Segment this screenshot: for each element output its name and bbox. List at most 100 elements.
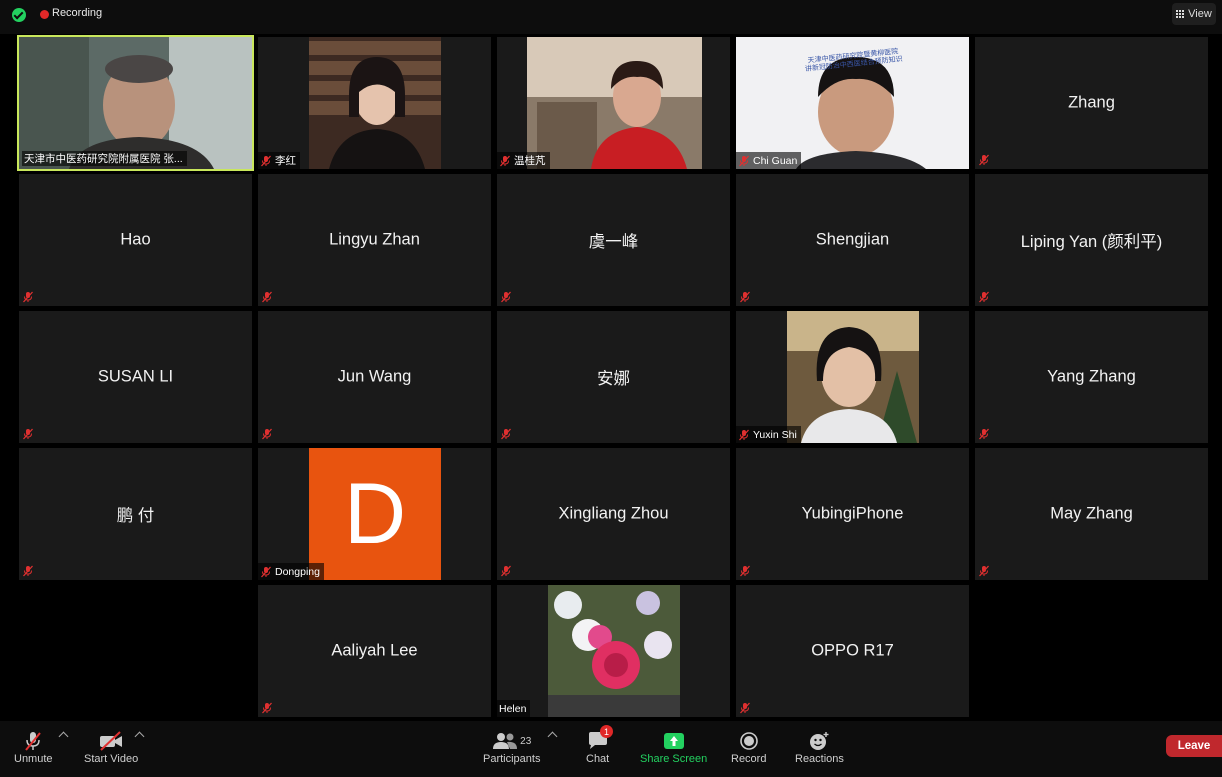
participant-name-bar: Chi Guan bbox=[736, 152, 802, 169]
muted-mic-icon bbox=[261, 291, 273, 303]
participant-name: Hao bbox=[120, 230, 151, 249]
muted-mic-icon bbox=[739, 702, 751, 714]
muted-mic-icon bbox=[978, 565, 990, 577]
audio-options-caret-icon[interactable] bbox=[58, 731, 69, 742]
participant-name: Lingyu Zhan bbox=[329, 230, 420, 249]
participant-video bbox=[527, 37, 702, 169]
muted-mic-icon bbox=[260, 155, 272, 167]
participant-video bbox=[19, 37, 252, 169]
video-tile-susan-li[interactable]: SUSAN LI bbox=[19, 311, 252, 443]
video-tile-yubing-iphone[interactable]: YubingiPhone bbox=[736, 448, 969, 580]
view-button[interactable]: View bbox=[1172, 3, 1216, 25]
participant-name-bar: Dongping bbox=[258, 563, 324, 580]
video-tile-anna[interactable]: 安娜 bbox=[497, 311, 730, 443]
avatar: D bbox=[309, 448, 441, 580]
participants-caret-icon[interactable] bbox=[547, 731, 558, 742]
video-tile-aaliyah-lee[interactable]: Aaliyah Lee bbox=[258, 585, 491, 717]
participant-name: 温桂芃 bbox=[514, 155, 546, 167]
participant-name-bar: Yuxin Shi bbox=[736, 426, 801, 443]
muted-mic-icon bbox=[261, 702, 273, 714]
participant-name: Yuxin Shi bbox=[753, 428, 797, 441]
video-tile-host[interactable]: 天津市中医药研究院附属医院 张... bbox=[17, 35, 254, 171]
muted-mic-icon bbox=[738, 155, 750, 167]
chat-unread-badge: 1 bbox=[600, 725, 613, 738]
muted-mic-icon bbox=[500, 565, 512, 577]
participant-name: Liping Yan (颜利平) bbox=[1020, 233, 1163, 251]
record-label: Record bbox=[731, 753, 767, 765]
participants-count: 23 bbox=[520, 735, 532, 747]
unmute-label: Unmute bbox=[14, 753, 53, 765]
share-screen-label: Share Screen bbox=[640, 753, 708, 765]
muted-mic-icon bbox=[738, 429, 750, 441]
participant-name: YubingiPhone bbox=[801, 504, 904, 523]
participant-name: Dongping bbox=[275, 565, 320, 578]
participant-name: 鹏 付 bbox=[116, 507, 155, 525]
participant-name-bar: 李红 bbox=[258, 152, 300, 169]
participant-name: 安娜 bbox=[597, 370, 630, 388]
video-tile-dongping[interactable]: D Dongping bbox=[258, 448, 491, 580]
video-tile-li-hong[interactable]: 李红 bbox=[258, 37, 491, 169]
participant-name: SUSAN LI bbox=[97, 367, 174, 386]
video-tile-helen[interactable]: Helen bbox=[497, 585, 730, 717]
participant-name: Aaliyah Lee bbox=[331, 641, 418, 660]
video-tile-yu-yifeng[interactable]: 虞一峰 bbox=[497, 174, 730, 306]
video-tile-yuxin-shi[interactable]: Yuxin Shi bbox=[736, 311, 969, 443]
muted-mic-icon bbox=[22, 291, 34, 303]
share-screen-icon bbox=[663, 729, 685, 753]
participant-video bbox=[787, 311, 919, 443]
video-tile-zhang[interactable]: Zhang bbox=[975, 37, 1208, 169]
muted-mic-icon bbox=[739, 565, 751, 577]
participants-label: Participants bbox=[483, 753, 541, 765]
video-tile-hao[interactable]: Hao bbox=[19, 174, 252, 306]
top-bar: Recording View bbox=[0, 0, 1222, 34]
muted-mic-icon bbox=[261, 428, 273, 440]
start-video-button[interactable]: Start Video bbox=[84, 729, 138, 765]
video-off-icon bbox=[98, 729, 124, 753]
record-button[interactable]: Record bbox=[731, 729, 766, 765]
video-tile-shengjian[interactable]: Shengjian bbox=[736, 174, 969, 306]
leave-button[interactable]: Leave bbox=[1166, 735, 1222, 757]
participant-name: Shengjian bbox=[815, 230, 890, 249]
video-tile-yang-zhang[interactable]: Yang Zhang bbox=[975, 311, 1208, 443]
video-tile-liping-yan[interactable]: Liping Yan (颜利平) bbox=[975, 174, 1208, 306]
video-tile-chi-guan[interactable]: 天津中医药研究院暨黄柳医院 讲新冠防治中西医结合预防知识 Chi Guan bbox=[736, 37, 969, 169]
participant-name: OPPO R17 bbox=[811, 641, 894, 660]
muted-mic-icon bbox=[739, 291, 751, 303]
start-video-label: Start Video bbox=[84, 753, 139, 765]
participant-video bbox=[548, 585, 680, 717]
participant-name: May Zhang bbox=[1050, 504, 1133, 523]
muted-mic-icon bbox=[22, 428, 34, 440]
unmute-button[interactable]: Unmute bbox=[14, 729, 53, 765]
grid-icon bbox=[1176, 9, 1185, 19]
participants-icon: 23 bbox=[492, 729, 531, 753]
reactions-smiley-icon bbox=[808, 729, 830, 753]
participant-name: 虞一峰 bbox=[588, 233, 639, 251]
participant-name-bar: Helen bbox=[497, 700, 531, 717]
chat-label: Chat bbox=[586, 753, 610, 765]
avatar-initial: D bbox=[343, 465, 407, 562]
video-tile-xingliang-zhou[interactable]: Xingliang Zhou bbox=[497, 448, 730, 580]
reactions-button[interactable]: Reactions bbox=[795, 729, 844, 765]
video-tile-oppo-r17[interactable]: OPPO R17 bbox=[736, 585, 969, 717]
participant-name: Xingliang Zhou bbox=[558, 504, 669, 523]
muted-mic-icon bbox=[978, 428, 990, 440]
participants-button[interactable]: 23 Participants bbox=[483, 729, 540, 765]
participant-name: Zhang bbox=[1068, 93, 1115, 112]
video-tile-jun-wang[interactable]: Jun Wang bbox=[258, 311, 491, 443]
encryption-shield-icon[interactable] bbox=[12, 8, 26, 22]
video-tile-peng-fu[interactable]: 鹏 付 bbox=[19, 448, 252, 580]
video-tile-lingyu-zhan[interactable]: Lingyu Zhan bbox=[258, 174, 491, 306]
muted-mic-icon bbox=[978, 291, 990, 303]
participant-video bbox=[309, 37, 441, 169]
muted-mic-icon bbox=[260, 566, 272, 578]
video-tile-may-zhang[interactable]: May Zhang bbox=[975, 448, 1208, 580]
record-icon bbox=[739, 729, 759, 753]
video-tile-wen-guipeng[interactable]: 温桂芃 bbox=[497, 37, 730, 169]
muted-mic-icon bbox=[499, 155, 511, 167]
participant-name: Yang Zhang bbox=[1047, 367, 1136, 386]
share-screen-button[interactable]: Share Screen bbox=[640, 729, 707, 765]
participant-name: 天津市中医药研究院附属医院 张... bbox=[24, 153, 183, 165]
reactions-label: Reactions bbox=[795, 753, 844, 765]
participant-name: Jun Wang bbox=[337, 367, 412, 386]
participant-name-bar: 温桂芃 bbox=[497, 152, 550, 169]
